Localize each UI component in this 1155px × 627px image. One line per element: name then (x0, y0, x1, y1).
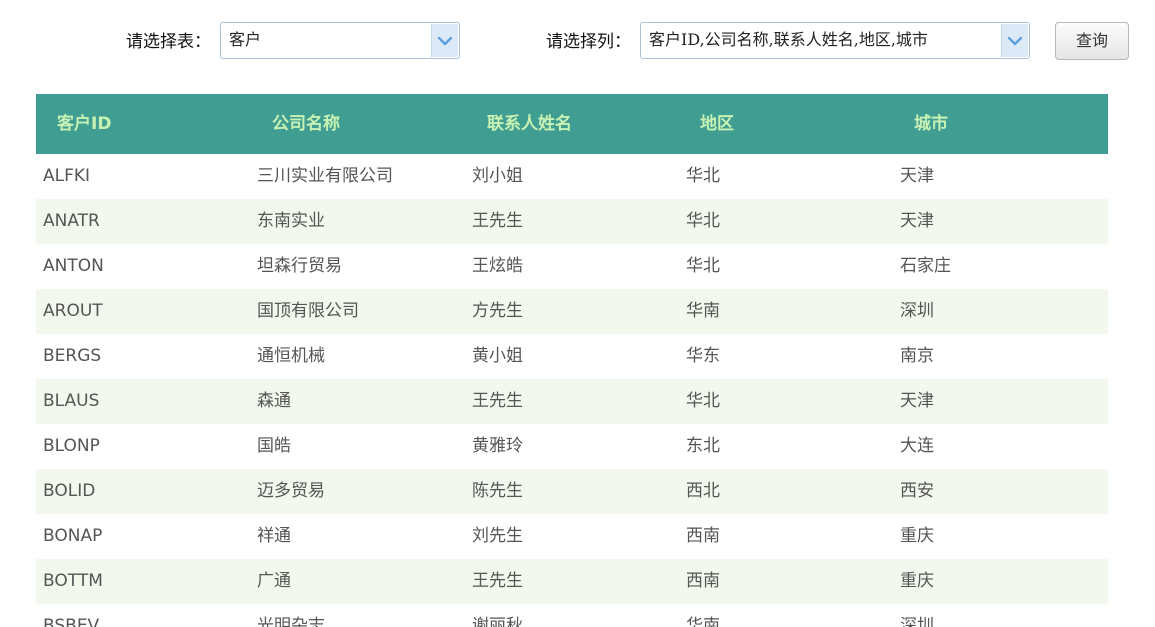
cell-region: 华北 (686, 391, 720, 411)
cell-city: 西安 (900, 481, 934, 501)
cell-region: 西北 (686, 481, 720, 501)
cell-contact-name: 谢丽秋 (472, 616, 523, 627)
table-row[interactable]: BLAUS 森通 王先生 华北 天津 (36, 379, 1108, 424)
table-select-label: 请选择表： (126, 32, 211, 52)
cell-region: 华东 (686, 346, 720, 366)
cell-customer-id: BONAP (43, 526, 103, 546)
table-row[interactable]: BOTTM 广通 王先生 西南 重庆 (36, 559, 1108, 604)
cell-customer-id: BERGS (43, 346, 102, 366)
chevron-down-icon[interactable] (431, 24, 458, 57)
column-header-region[interactable]: 地区 (700, 94, 734, 154)
table-row[interactable]: BERGS 通恒机械 黄小姐 华东 南京 (36, 334, 1108, 379)
cell-city: 重庆 (900, 526, 934, 546)
cell-customer-id: AROUT (43, 301, 103, 321)
cell-region: 华北 (686, 256, 720, 276)
cell-region: 西南 (686, 526, 720, 546)
cell-company-name: 森通 (257, 391, 291, 411)
table-header: 客户ID 公司名称 联系人姓名 地区 城市 (36, 94, 1108, 154)
table-row[interactable]: BSBEV 光明杂志 谢丽秋 华南 深圳 (36, 604, 1108, 627)
column-header-company-name[interactable]: 公司名称 (272, 94, 340, 154)
cell-contact-name: 刘小姐 (472, 166, 523, 186)
cell-city: 天津 (900, 391, 934, 411)
cell-region: 华南 (686, 301, 720, 321)
cell-customer-id: ALFKI (43, 166, 91, 186)
cell-region: 华北 (686, 211, 720, 231)
table-select[interactable]: 客户 (220, 22, 460, 59)
cell-city: 深圳 (900, 616, 934, 627)
cell-company-name: 迈多贸易 (257, 481, 325, 501)
cell-city: 大连 (900, 436, 934, 456)
cell-company-name: 三川实业有限公司 (257, 166, 393, 186)
columns-select-label: 请选择列： (546, 32, 631, 52)
cell-customer-id: ANTON (43, 256, 104, 276)
table-row[interactable]: ALFKI 三川实业有限公司 刘小姐 华北 天津 (36, 154, 1108, 199)
cell-customer-id: BOTTM (43, 571, 103, 591)
cell-company-name: 国顶有限公司 (257, 301, 359, 321)
table-row[interactable]: AROUT 国顶有限公司 方先生 华南 深圳 (36, 289, 1108, 334)
cell-region: 西南 (686, 571, 720, 591)
table-row[interactable]: ANATR 东南实业 王先生 华北 天津 (36, 199, 1108, 244)
cell-contact-name: 方先生 (472, 301, 523, 321)
cell-contact-name: 王先生 (472, 391, 523, 411)
cell-city: 南京 (900, 346, 934, 366)
cell-customer-id: BLAUS (43, 391, 100, 411)
table-select-value: 客户 (229, 30, 262, 49)
column-header-contact-name[interactable]: 联系人姓名 (487, 94, 572, 154)
chevron-down-icon[interactable] (1001, 24, 1028, 57)
cell-customer-id: BLONP (43, 436, 100, 456)
cell-city: 天津 (900, 166, 934, 186)
cell-company-name: 光明杂志 (257, 616, 325, 627)
cell-city: 深圳 (900, 301, 934, 321)
cell-city: 天津 (900, 211, 934, 231)
column-header-customer-id[interactable]: 客户ID (57, 94, 111, 154)
cell-contact-name: 黄小姐 (472, 346, 523, 366)
table-row[interactable]: BLONP 国皓 黄雅玲 东北 大连 (36, 424, 1108, 469)
cell-company-name: 东南实业 (257, 211, 325, 231)
cell-contact-name: 刘先生 (472, 526, 523, 546)
cell-contact-name: 黄雅玲 (472, 436, 523, 456)
cell-customer-id: BOLID (43, 481, 96, 501)
columns-select-value: 客户ID,公司名称,联系人姓名,地区,城市 (649, 30, 928, 49)
cell-contact-name: 王炫皓 (472, 256, 523, 276)
cell-contact-name: 陈先生 (472, 481, 523, 501)
cell-company-name: 祥通 (257, 526, 291, 546)
cell-company-name: 国皓 (257, 436, 291, 456)
column-header-city[interactable]: 城市 (914, 94, 948, 154)
table-row[interactable]: ANTON 坦森行贸易 王炫皓 华北 石家庄 (36, 244, 1108, 289)
table-row[interactable]: BOLID 迈多贸易 陈先生 西北 西安 (36, 469, 1108, 514)
cell-contact-name: 王先生 (472, 211, 523, 231)
customer-table: 客户ID 公司名称 联系人姓名 地区 城市 ALFKI 三川实业有限公司 刘小姐 华北… (36, 94, 1108, 627)
cell-region: 华北 (686, 166, 720, 186)
cell-company-name: 广通 (257, 571, 291, 591)
table-body: ALFKI 三川实业有限公司 刘小姐 华北 天津 ANATR 东南实业 王先生 华北 天津 ANTO… (36, 154, 1108, 627)
query-button[interactable]: 查询 (1055, 22, 1129, 60)
cell-company-name: 坦森行贸易 (257, 256, 342, 276)
cell-city: 石家庄 (900, 256, 951, 276)
cell-company-name: 通恒机械 (257, 346, 325, 366)
query-page: 请选择表： 客户 请选择列： 客户ID,公司名称,联系人姓名,地区,城市 查询 … (0, 0, 1155, 627)
table-row[interactable]: BONAP 祥通 刘先生 西南 重庆 (36, 514, 1108, 559)
cell-customer-id: ANATR (43, 211, 100, 231)
cell-contact-name: 王先生 (472, 571, 523, 591)
cell-region: 东北 (686, 436, 720, 456)
cell-customer-id: BSBEV (43, 616, 100, 627)
columns-select[interactable]: 客户ID,公司名称,联系人姓名,地区,城市 (640, 22, 1030, 59)
cell-region: 华南 (686, 616, 720, 627)
cell-city: 重庆 (900, 571, 934, 591)
